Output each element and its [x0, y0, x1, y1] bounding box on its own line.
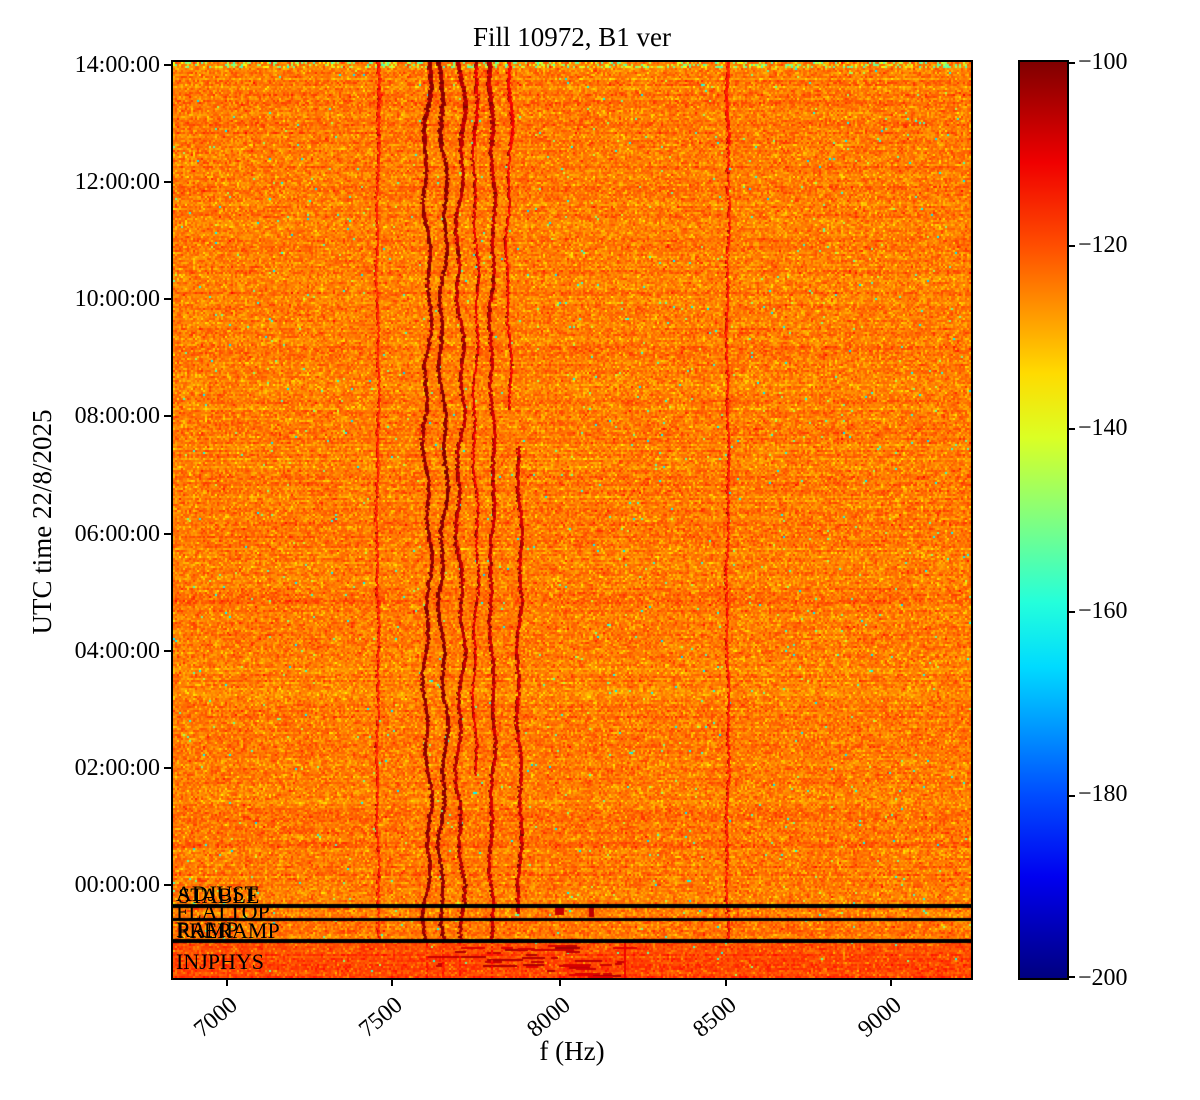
tick-mark: [164, 767, 172, 769]
colorbar-tick-label: −180: [1078, 781, 1128, 807]
colorbar-tick-label: −200: [1078, 965, 1128, 991]
tick-mark: [164, 64, 172, 66]
y-tick-label: 12:00:00: [74, 169, 160, 195]
colorbar-tick-label: −140: [1078, 415, 1128, 441]
y-tick-label: 10:00:00: [74, 286, 160, 312]
y-tick-label: 06:00:00: [74, 521, 160, 547]
plot-title: Fill 10972, B1 ver: [472, 22, 671, 52]
colorbar-gradient: [1020, 62, 1067, 978]
tick-mark: [1067, 428, 1075, 430]
x-tick-label: 8500: [688, 992, 742, 1043]
tick-mark: [391, 978, 393, 986]
spectrogram-plot-area: [171, 60, 973, 980]
beam-mode-label-injphys: INJPHYS: [176, 949, 265, 974]
x-tick-label: 7000: [189, 992, 243, 1043]
tick-mark: [1067, 976, 1075, 978]
tick-mark: [164, 415, 172, 417]
y-tick-label: 14:00:00: [74, 52, 160, 78]
figure: Fill 10972, B1 ver UTC time 22/8/2025 14…: [0, 0, 1200, 1100]
tick-mark: [164, 650, 172, 652]
tick-mark: [164, 884, 172, 886]
tick-mark: [890, 978, 892, 986]
tick-mark: [164, 181, 172, 183]
tick-mark: [1067, 611, 1075, 613]
tick-mark: [226, 978, 228, 986]
colorbar: [1018, 60, 1069, 980]
beam-mode-label-preramp: PRERAMP: [177, 918, 280, 943]
tick-mark: [1067, 795, 1075, 797]
colorbar-tick-label: −120: [1078, 232, 1128, 258]
x-tick-label: 7500: [354, 992, 408, 1043]
tick-mark: [1067, 245, 1075, 247]
y-tick-label: 02:00:00: [74, 755, 160, 781]
tick-mark: [164, 298, 172, 300]
tick-mark: [559, 978, 561, 986]
colorbar-tick-label: −160: [1078, 598, 1128, 624]
tick-mark: [164, 533, 172, 535]
x-tick-label: 9000: [853, 992, 907, 1043]
y-tick-label: 04:00:00: [74, 638, 160, 664]
x-axis-label: f (Hz): [539, 1036, 605, 1066]
tick-mark: [1067, 62, 1075, 64]
spectrogram-canvas: [173, 62, 971, 978]
y-tick-label: 00:00:00: [74, 872, 160, 898]
colorbar-tick-label: −100: [1078, 49, 1128, 75]
y-tick-label: 08:00:00: [74, 403, 160, 429]
tick-mark: [725, 978, 727, 986]
